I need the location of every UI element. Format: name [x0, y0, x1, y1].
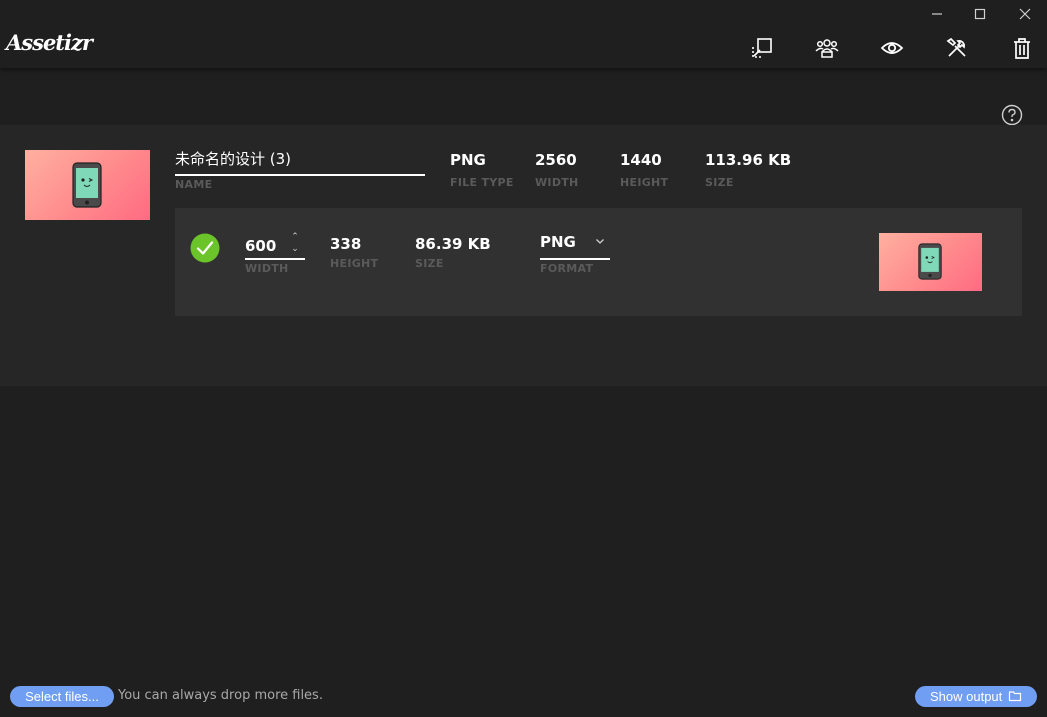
- file-height-label: HEIGHT: [620, 176, 669, 189]
- select-files-button[interactable]: Select files...: [10, 686, 114, 707]
- resize-button[interactable]: [749, 35, 775, 61]
- tools-button[interactable]: [944, 35, 970, 61]
- file-type-label: FILE TYPE: [450, 176, 514, 189]
- file-height-value: 1440: [620, 151, 662, 169]
- output-size-group: 86.39 KB SIZE: [415, 235, 491, 270]
- check-circle-icon: [190, 233, 220, 263]
- eye-icon: [880, 42, 904, 54]
- file-width-group: 2560 WIDTH: [535, 151, 579, 189]
- format-select-value: PNG: [540, 233, 576, 251]
- resize-icon: [752, 38, 772, 58]
- chevron-down-icon: [594, 235, 606, 247]
- preview-button[interactable]: [879, 35, 905, 61]
- file-name-value[interactable]: 未命名的设计 (3): [175, 149, 425, 176]
- format-select[interactable]: PNG: [540, 233, 610, 260]
- output-format-label: FORMAT: [540, 262, 594, 275]
- people-icon: [815, 39, 839, 58]
- minimize-icon: [932, 13, 942, 15]
- output-thumbnail: [879, 233, 982, 291]
- trash-icon: [1014, 38, 1030, 59]
- phone-character-icon: [72, 162, 102, 208]
- delete-button[interactable]: [1009, 35, 1035, 61]
- output-size-label: SIZE: [415, 257, 444, 270]
- file-type-group: PNG FILE TYPE: [450, 151, 514, 189]
- output-height-label: HEIGHT: [330, 257, 379, 270]
- tools-icon: [946, 37, 966, 57]
- close-button[interactable]: [1015, 4, 1035, 24]
- maximize-icon: [974, 8, 986, 20]
- output-width-label: WIDTH: [245, 262, 289, 275]
- file-name-field[interactable]: 未命名的设计 (3) NAME: [175, 149, 425, 191]
- file-width-value: 2560: [535, 151, 577, 169]
- stepper-up-icon[interactable]: ⌃: [289, 231, 301, 243]
- file-size-group: 113.96 KB SIZE: [705, 151, 791, 189]
- folder-icon: [1008, 689, 1022, 703]
- minimize-button[interactable]: [927, 4, 947, 24]
- drop-hint: You can always drop more files.: [118, 688, 323, 703]
- show-output-button[interactable]: Show output: [915, 686, 1037, 707]
- phone-character-icon: [918, 243, 942, 280]
- file-size-value: 113.96 KB: [705, 151, 792, 169]
- source-thumbnail: [25, 150, 150, 220]
- close-icon: [1019, 8, 1031, 20]
- file-name-label: NAME: [175, 178, 213, 191]
- stepper-down-icon[interactable]: ⌄: [289, 243, 301, 255]
- app-logo: Assetizr: [6, 30, 93, 55]
- file-width-label: WIDTH: [535, 176, 579, 189]
- show-output-label: Show output: [930, 689, 1003, 704]
- question-circle-icon: [1001, 104, 1023, 126]
- output-format-field: PNG FORMAT: [540, 233, 610, 275]
- maximize-button[interactable]: [970, 4, 990, 24]
- width-stepper[interactable]: ⌃ ⌄: [289, 231, 301, 255]
- output-height-group: 338 HEIGHT: [330, 235, 378, 270]
- status-indicator: [190, 233, 220, 263]
- output-height-value: 338: [330, 235, 362, 253]
- file-type-value: PNG: [450, 151, 486, 169]
- output-size-value: 86.39 KB: [415, 235, 491, 253]
- help-button[interactable]: [1001, 104, 1023, 126]
- title-bar: Assetizr: [0, 0, 1047, 68]
- file-panel: 未命名的设计 (3) NAME PNG FILE TYPE 2560 WIDTH…: [0, 125, 1047, 386]
- output-card: WIDTH ⌃ ⌄ 338 HEIGHT 86.39 KB SIZE PNG F…: [175, 208, 1022, 316]
- file-size-label: SIZE: [705, 176, 734, 189]
- file-height-group: 1440 HEIGHT: [620, 151, 668, 189]
- people-button[interactable]: [814, 35, 840, 61]
